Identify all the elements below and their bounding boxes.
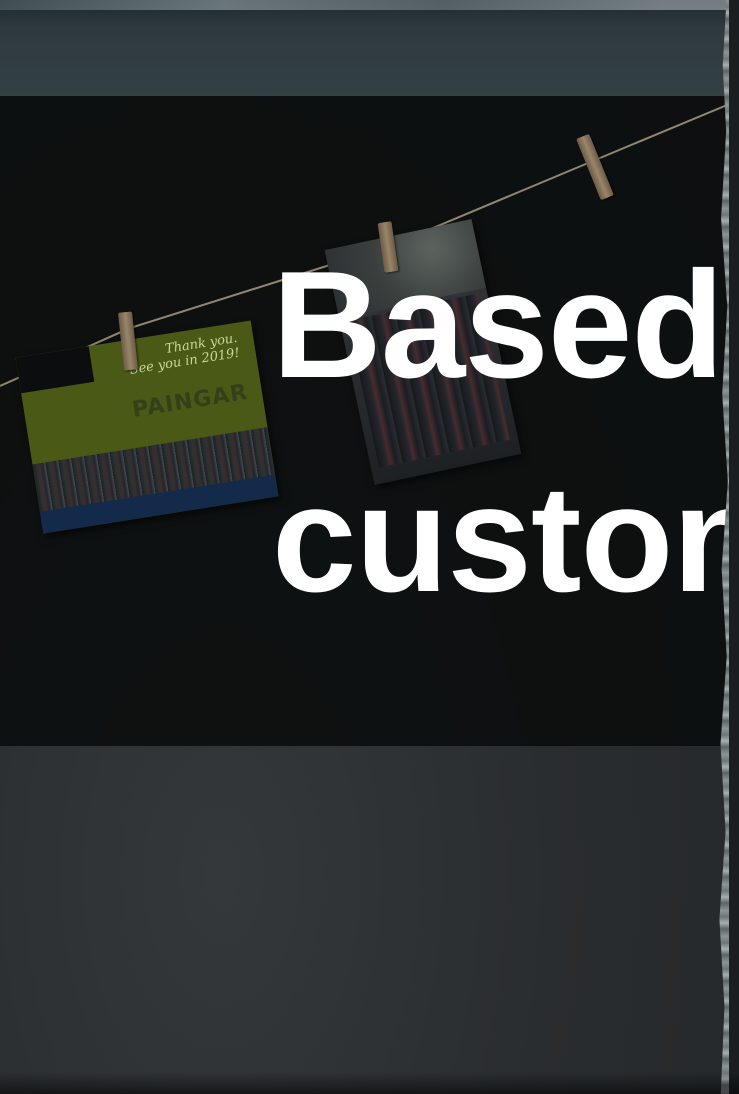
headline-text: Based custon [272,218,739,646]
group-photo-green: Thank you. See you in 2019! PAINGAR [15,320,279,534]
board-top-strip [0,0,739,96]
photo-caption: Thank you. See you in 2019! [126,331,241,378]
headline-line2: custon [272,454,739,624]
bottom-shadow [0,1072,739,1094]
headline-line1: Based [272,240,724,410]
right-dark-border [729,0,739,1094]
board-top-edge [0,0,739,10]
photo-brand-text: PAINGAR [130,379,250,423]
background-scene: Thank you. See you in 2019! PAINGAR Base… [0,0,739,1094]
